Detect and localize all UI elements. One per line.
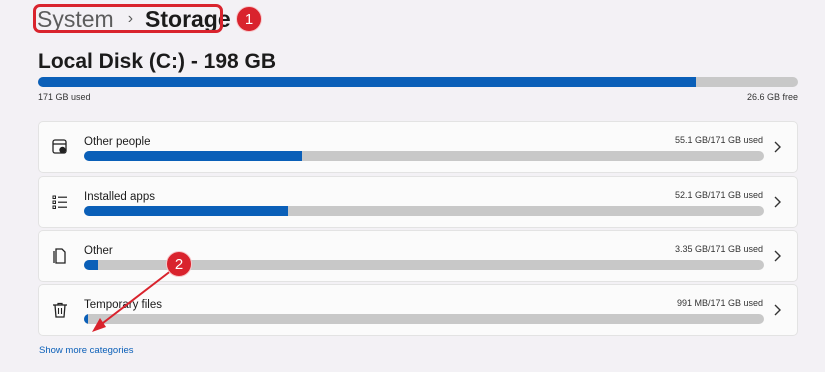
category-usage-bar-fill — [84, 151, 302, 161]
category-usage-bar-fill — [84, 314, 89, 324]
callout-badge-1: 1 — [236, 6, 262, 32]
disk-usage-bar-fill — [38, 77, 697, 87]
category-card-temporary-files[interactable]: Temporary files 991 MB/171 GB used — [38, 284, 798, 336]
category-card-other[interactable]: Other 3.35 GB/171 GB used — [38, 230, 798, 282]
chevron-right-icon — [774, 141, 781, 153]
callout-highlight-box — [33, 4, 223, 33]
disk-used-label: 171 GB used — [38, 92, 91, 102]
chevron-right-icon — [774, 250, 781, 262]
category-label: Temporary files — [84, 299, 162, 311]
category-label: Installed apps — [84, 191, 155, 203]
category-usage: 991 MB/171 GB used — [676, 298, 763, 308]
category-usage: 52.1 GB/171 GB used — [674, 190, 763, 200]
category-card-other-people[interactable]: Other people 55.1 GB/171 GB used — [38, 121, 798, 173]
category-usage-bar — [84, 206, 764, 216]
category-usage-bar-fill — [84, 206, 288, 216]
category-usage-bar — [84, 314, 764, 324]
disk-usage-bar — [38, 77, 798, 87]
category-usage-bar-fill — [84, 260, 98, 270]
category-label: Other people — [84, 136, 151, 148]
apps-list-icon — [52, 195, 67, 209]
category-usage: 55.1 GB/171 GB used — [674, 135, 763, 145]
callout-badge-2: 2 — [166, 251, 192, 277]
show-more-categories-link[interactable]: Show more categories — [39, 345, 134, 356]
category-usage-bar — [84, 151, 764, 161]
trash-icon — [53, 302, 67, 318]
document-icon — [53, 248, 66, 264]
other-people-icon — [52, 139, 67, 154]
chevron-right-icon — [774, 304, 781, 316]
disk-title: Local Disk (C:) - 198 GB — [38, 50, 277, 73]
category-label: Other — [84, 245, 113, 257]
category-usage: 3.35 GB/171 GB used — [674, 244, 763, 254]
disk-free-label: 26.6 GB free — [746, 92, 798, 102]
category-card-installed-apps[interactable]: Installed apps 52.1 GB/171 GB used — [38, 176, 798, 228]
chevron-right-icon — [774, 196, 781, 208]
